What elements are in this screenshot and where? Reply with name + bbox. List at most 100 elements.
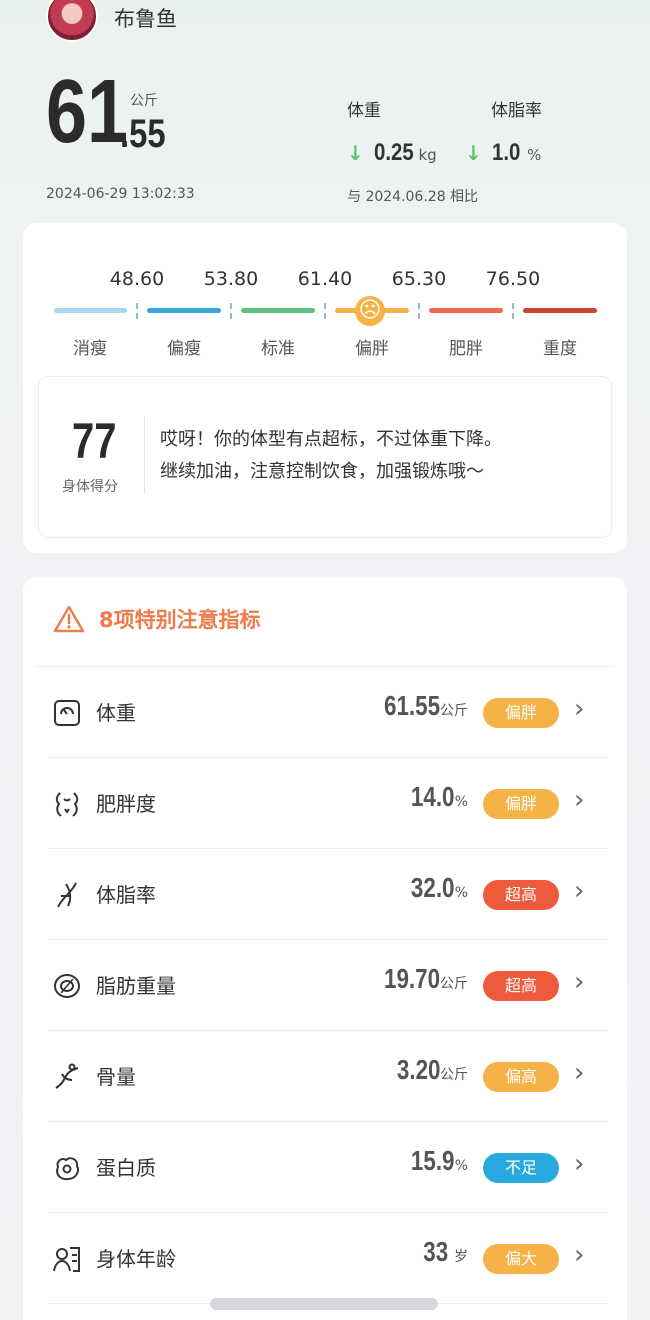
indicator-name: 体重 [96, 701, 136, 725]
sad-face-icon: ☹ [355, 296, 385, 326]
chevron-right-icon[interactable]: › [574, 1149, 584, 1179]
weight-unit: 公斤 [130, 92, 158, 109]
indicator-value: 32.0 [411, 872, 455, 903]
person-card-icon [53, 1247, 80, 1272]
indicator-value: 33 [423, 1236, 448, 1267]
chevron-right-icon[interactable]: › [574, 1058, 584, 1088]
category-label: 消瘦 [73, 339, 107, 359]
score-comment: 哎呀！你的体型有点超标，不过体重下降。 继续加油，注意控制饮食，加强锻炼哦～ [160, 424, 600, 488]
indicator-row-protein[interactable]: 蛋白质 15.9 % 不足 › [48, 1123, 608, 1213]
scale-segment-obese [429, 308, 503, 313]
weight-decimal: .55 [120, 111, 166, 156]
category-label: 偏胖 [355, 339, 389, 359]
weight-integer: 61 [46, 62, 129, 162]
category-label: 标准 [261, 339, 295, 359]
indicator-row-bone-mass[interactable]: 骨量 3.20 公斤 偏高 › [48, 1032, 608, 1122]
fat-icon [54, 974, 80, 998]
chevron-right-icon[interactable]: › [574, 785, 584, 815]
scale-tick [418, 303, 420, 319]
indicator-value: 19.70 [383, 963, 440, 994]
threshold-value: 76.50 [485, 268, 541, 290]
status-badge: 超高 [483, 880, 559, 910]
indicator-name: 身体年龄 [96, 1247, 176, 1271]
weight-change-stat: 体重 ↓ 0.25 kg [347, 96, 437, 167]
indicator-name: 蛋白质 [96, 1156, 156, 1180]
stat-value: 1.0 [491, 139, 521, 166]
stat-label: 体重 [347, 101, 381, 121]
indicator-row-body-fat-rate[interactable]: 体脂率 32.0 % 超高 › [48, 850, 608, 940]
indicator-name: 体脂率 [96, 883, 156, 907]
chevron-right-icon[interactable]: › [574, 967, 584, 997]
egg-icon [56, 1157, 79, 1181]
indicator-row-body-age[interactable]: 身体年龄 33 岁 偏大 › [48, 1214, 608, 1304]
current-weight: 61 公斤 .55 [46, 62, 176, 162]
bone-icon [55, 1063, 79, 1089]
indicator-row-weight[interactable]: 体重 61.55 公斤 偏胖 › [48, 668, 608, 758]
user-row[interactable]: 布鲁鱼 [46, 0, 177, 42]
indicator-name: 肥胖度 [96, 792, 156, 816]
scale-category-labels: 消瘦 偏瘦 标准 偏胖 肥胖 重度 [0, 334, 650, 359]
compare-date: 与 2024.06.28 相比 [347, 189, 479, 205]
measure-timestamp: 2024-06-29 13:02:33 [46, 186, 195, 202]
scale-tick [512, 303, 514, 319]
chevron-right-icon[interactable]: › [574, 1240, 584, 1270]
category-label: 偏瘦 [167, 339, 201, 359]
divider [35, 666, 615, 667]
stat-value: 0.25 [373, 139, 414, 166]
indicator-unit: % [454, 885, 468, 901]
warning-icon [53, 605, 85, 633]
avatar[interactable] [46, 0, 98, 42]
chevron-right-icon[interactable]: › [574, 876, 584, 906]
indicator-unit: % [454, 794, 468, 810]
body-score-value: 77 [72, 413, 117, 469]
indicator-value: 3.20 [396, 1054, 440, 1085]
status-badge: 偏胖 [483, 698, 559, 728]
chevron-right-icon[interactable]: › [574, 694, 584, 724]
indicator-value: 14.0 [411, 781, 455, 812]
scale-tick [136, 303, 138, 319]
username: 布鲁鱼 [114, 7, 177, 31]
body-outline-icon [55, 792, 79, 817]
body-score-label: 身体得分 [62, 479, 118, 495]
indicator-value: 15.9 [411, 1145, 455, 1176]
indicator-unit: 公斤 [440, 1067, 468, 1083]
indicator-unit: % [454, 1158, 468, 1174]
scale-thresholds: 48.60 53.80 61.40 65.30 76.50 [0, 268, 650, 292]
home-indicator[interactable] [210, 1298, 438, 1310]
status-badge: 超高 [483, 971, 559, 1001]
scale-segment-severe [523, 308, 597, 313]
status-badge: 偏高 [483, 1062, 559, 1092]
threshold-value: 61.40 [297, 268, 353, 290]
indicator-name: 骨量 [96, 1065, 136, 1089]
score-comment-line: 继续加油，注意控制饮食，加强锻炼哦～ [160, 461, 484, 482]
stat-unit: % [527, 146, 542, 164]
indicator-unit: 公斤 [440, 976, 468, 992]
stat-unit: kg [418, 146, 437, 164]
scale-icon [54, 700, 80, 726]
scale-tick [324, 303, 326, 319]
indicator-name: 脂肪重量 [96, 974, 176, 998]
arrow-down-icon: ↓ [347, 141, 364, 165]
dna-icon [57, 882, 77, 908]
scale-segment-underweight [147, 308, 221, 313]
scale-segment-emaciated [54, 308, 127, 313]
arrow-down-icon: ↓ [465, 141, 482, 165]
threshold-value: 65.30 [391, 268, 447, 290]
indicator-unit: 岁 [454, 1249, 468, 1265]
threshold-value: 53.80 [203, 268, 259, 290]
scale-tick [230, 303, 232, 319]
status-badge: 不足 [483, 1153, 559, 1183]
status-badge: 偏胖 [483, 789, 559, 819]
indicator-row-fat-weight[interactable]: 脂肪重量 19.70 公斤 超高 › [48, 941, 608, 1031]
indicator-row-obesity[interactable]: 肥胖度 14.0 % 偏胖 › [48, 759, 608, 849]
score-comment-line: 哎呀！你的体型有点超标，不过体重下降。 [160, 429, 502, 450]
status-badge: 偏大 [483, 1244, 559, 1274]
threshold-value: 48.60 [109, 268, 165, 290]
divider [144, 416, 145, 494]
bodyfat-change-stat: 体脂率 ↓ 1.0 % [465, 96, 542, 167]
category-label: 重度 [543, 339, 577, 359]
stat-label: 体脂率 [491, 101, 542, 121]
indicator-unit: 公斤 [440, 703, 468, 719]
warning-header: 8项特别注意指标 [53, 604, 261, 634]
body-type-scale: ☹ [0, 296, 650, 326]
